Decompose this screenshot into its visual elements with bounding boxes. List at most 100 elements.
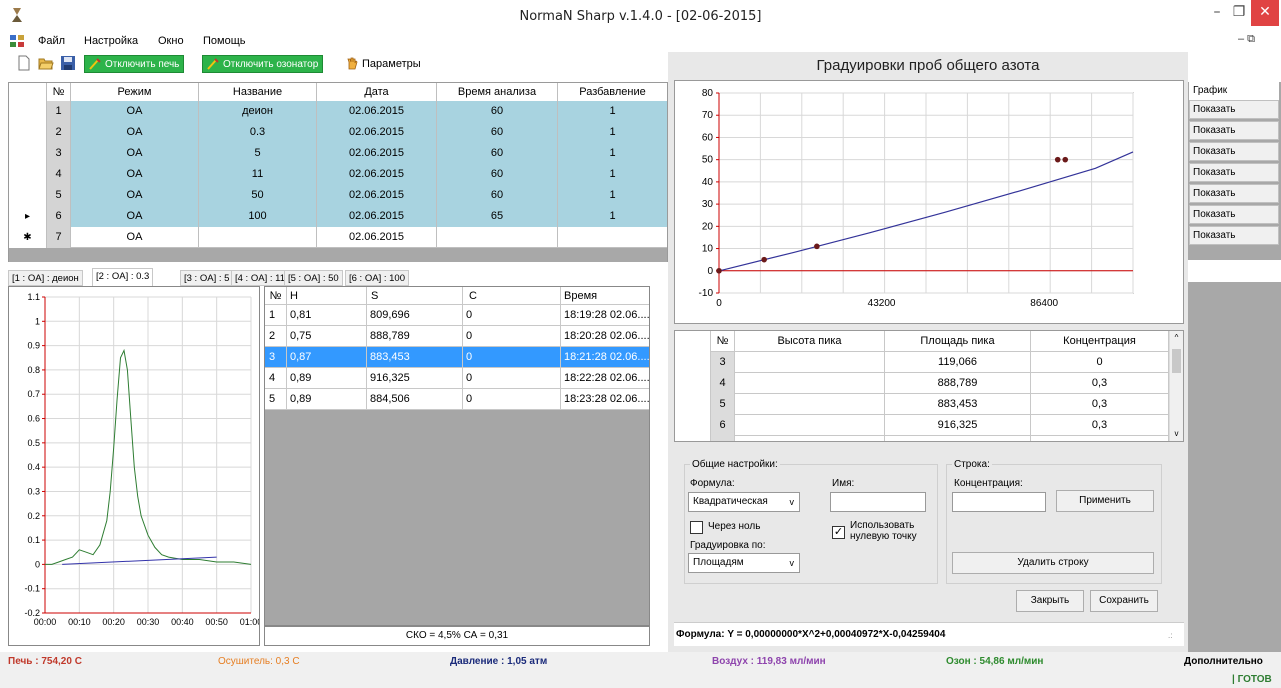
show-graph-button[interactable]: Показать bbox=[1189, 100, 1279, 119]
cal-col-conc[interactable]: Концентрация bbox=[1031, 331, 1169, 352]
row-header[interactable] bbox=[9, 185, 47, 206]
table-row[interactable]: 2 0,75 888,789 0 18:20:28 02.06.... bbox=[265, 326, 649, 347]
table-cell[interactable]: 1 bbox=[558, 185, 667, 206]
show-graph-button[interactable]: Показать bbox=[1189, 121, 1279, 140]
parameters-button[interactable]: Параметры bbox=[342, 55, 425, 73]
minimize-button[interactable]: – bbox=[1206, 0, 1228, 26]
row-header[interactable] bbox=[675, 415, 711, 436]
col-name-header[interactable]: Название bbox=[199, 83, 317, 101]
show-graph-button[interactable]: Показать bbox=[1189, 163, 1279, 182]
table-cell[interactable]: 0 bbox=[1031, 352, 1169, 373]
table-cell[interactable]: 18:21:28 02.06.... bbox=[561, 347, 649, 368]
table-cell[interactable]: 5 bbox=[265, 389, 287, 410]
calibration-table-scrollbar[interactable]: ^ v bbox=[1169, 331, 1183, 441]
scroll-up-icon[interactable]: ^ bbox=[1170, 331, 1183, 345]
new-file-icon[interactable] bbox=[16, 55, 32, 71]
scroll-thumb[interactable] bbox=[1172, 349, 1181, 373]
table-cell[interactable]: 916,325 bbox=[367, 368, 463, 389]
table-cell[interactable]: 60 bbox=[437, 164, 558, 185]
cal-col-height[interactable]: Высота пика bbox=[735, 331, 885, 352]
table-cell[interactable]: 119,066 bbox=[885, 352, 1031, 373]
table-cell[interactable]: 18:22:28 02.06.... bbox=[561, 368, 649, 389]
row-header[interactable] bbox=[9, 122, 47, 143]
show-graph-button[interactable]: Показать bbox=[1189, 205, 1279, 224]
table-cell[interactable]: 50 bbox=[199, 185, 317, 206]
row-header[interactable]: ▸ bbox=[9, 206, 47, 227]
table-cell[interactable]: 4 bbox=[265, 368, 287, 389]
table-cell[interactable]: деион bbox=[199, 101, 317, 122]
table-cell[interactable]: 02.06.2015 bbox=[317, 101, 437, 122]
table-cell[interactable] bbox=[735, 373, 885, 394]
extra-button[interactable]: Дополнительно bbox=[1184, 656, 1263, 667]
table-row[interactable]: 2 OA 0.3 02.06.2015 60 1 bbox=[9, 122, 667, 143]
table-cell[interactable]: 888,789 bbox=[367, 326, 463, 347]
through-zero-checkbox[interactable] bbox=[690, 521, 703, 534]
table-row[interactable]: 1 0,81 809,696 0 18:19:28 02.06.... bbox=[265, 305, 649, 326]
meas-col-num[interactable]: № bbox=[265, 287, 287, 305]
table-cell[interactable]: 02.06.2015 bbox=[317, 164, 437, 185]
table-row[interactable]: 6 916,325 0,3 bbox=[675, 415, 1169, 436]
table-cell[interactable]: 18:23:28 02.06.... bbox=[561, 389, 649, 410]
delete-row-button[interactable]: Удалить строку bbox=[952, 552, 1154, 574]
table-cell[interactable]: 1 bbox=[558, 164, 667, 185]
table-row[interactable]: 5 OA 50 02.06.2015 60 1 bbox=[9, 185, 667, 206]
table-cell[interactable]: 2 bbox=[265, 326, 287, 347]
row-header[interactable] bbox=[675, 394, 711, 415]
table-cell[interactable]: OA bbox=[71, 206, 199, 227]
use-zero-point-checkbox[interactable]: ✓ bbox=[832, 526, 845, 539]
table-cell[interactable]: 916,325 bbox=[885, 415, 1031, 436]
menu-settings[interactable]: Настройка bbox=[84, 35, 138, 47]
meas-col-h[interactable]: H bbox=[287, 287, 367, 305]
table-cell[interactable]: 3 bbox=[265, 347, 287, 368]
table-cell[interactable]: 0,3 bbox=[1031, 415, 1169, 436]
save-button[interactable]: Сохранить bbox=[1090, 590, 1158, 612]
row-header[interactable] bbox=[675, 373, 711, 394]
row-header[interactable] bbox=[675, 352, 711, 373]
table-cell[interactable]: 65 bbox=[437, 206, 558, 227]
sample-tab[interactable]: [1 : OA] : деион bbox=[8, 270, 83, 286]
show-graph-button[interactable]: Показать bbox=[1189, 142, 1279, 161]
table-cell[interactable]: 11 bbox=[199, 164, 317, 185]
table-cell[interactable]: 0,3 bbox=[1031, 394, 1169, 415]
table-cell[interactable] bbox=[735, 436, 885, 441]
table-cell[interactable]: 4 bbox=[47, 164, 71, 185]
resize-grip-icon[interactable]: .: bbox=[1168, 631, 1172, 640]
sample-tab[interactable]: [4 : OA] : 11 bbox=[231, 270, 289, 286]
table-row[interactable]: 5 0,89 884,506 0 18:23:28 02.06.... bbox=[265, 389, 649, 410]
show-graph-button[interactable]: Показать bbox=[1189, 184, 1279, 203]
table-cell[interactable]: 0,89 bbox=[287, 389, 367, 410]
table-cell[interactable] bbox=[199, 227, 317, 248]
restore-button[interactable]: ❐ bbox=[1228, 0, 1250, 26]
table-cell[interactable]: OA bbox=[71, 227, 199, 248]
menu-file[interactable]: Файл bbox=[38, 35, 65, 47]
table-cell[interactable]: 0,87 bbox=[287, 347, 367, 368]
table-row[interactable]: ✱ 7 OA 02.06.2015 bbox=[9, 227, 667, 248]
table-row[interactable]: 1 OA деион 02.06.2015 60 1 bbox=[9, 101, 667, 122]
table-row[interactable]: 7 884,5060,3 bbox=[675, 436, 1169, 441]
table-cell[interactable]: 884,506 bbox=[885, 436, 1031, 441]
table-cell[interactable]: 0 bbox=[463, 305, 561, 326]
table-cell[interactable]: 7 bbox=[711, 436, 735, 441]
name-input[interactable] bbox=[830, 492, 926, 512]
col-mode-header[interactable]: Режим bbox=[71, 83, 199, 101]
table-cell[interactable]: 7 bbox=[47, 227, 71, 248]
cal-col-area[interactable]: Площадь пика bbox=[885, 331, 1031, 352]
table-cell[interactable]: 0 bbox=[463, 347, 561, 368]
table-cell[interactable]: 6 bbox=[711, 415, 735, 436]
show-graph-button[interactable]: Показать bbox=[1189, 226, 1279, 245]
concentration-input[interactable] bbox=[952, 492, 1046, 512]
table-cell[interactable]: 60 bbox=[437, 101, 558, 122]
table-cell[interactable]: 888,789 bbox=[885, 373, 1031, 394]
table-cell[interactable]: 100 bbox=[199, 206, 317, 227]
table-cell[interactable]: 5 bbox=[199, 143, 317, 164]
table-cell[interactable]: 60 bbox=[437, 185, 558, 206]
table-cell[interactable]: OA bbox=[71, 101, 199, 122]
table-cell[interactable]: 0,81 bbox=[287, 305, 367, 326]
table-cell[interactable]: 4 bbox=[711, 373, 735, 394]
meas-col-time[interactable]: Время bbox=[561, 287, 649, 305]
table-cell[interactable]: 1 bbox=[558, 206, 667, 227]
sample-tab[interactable]: [2 : OA] : 0.3 bbox=[92, 268, 154, 286]
table-cell[interactable]: OA bbox=[71, 185, 199, 206]
table-cell[interactable]: 884,506 bbox=[367, 389, 463, 410]
col-analysis-time-header[interactable]: Время анализа bbox=[437, 83, 558, 101]
